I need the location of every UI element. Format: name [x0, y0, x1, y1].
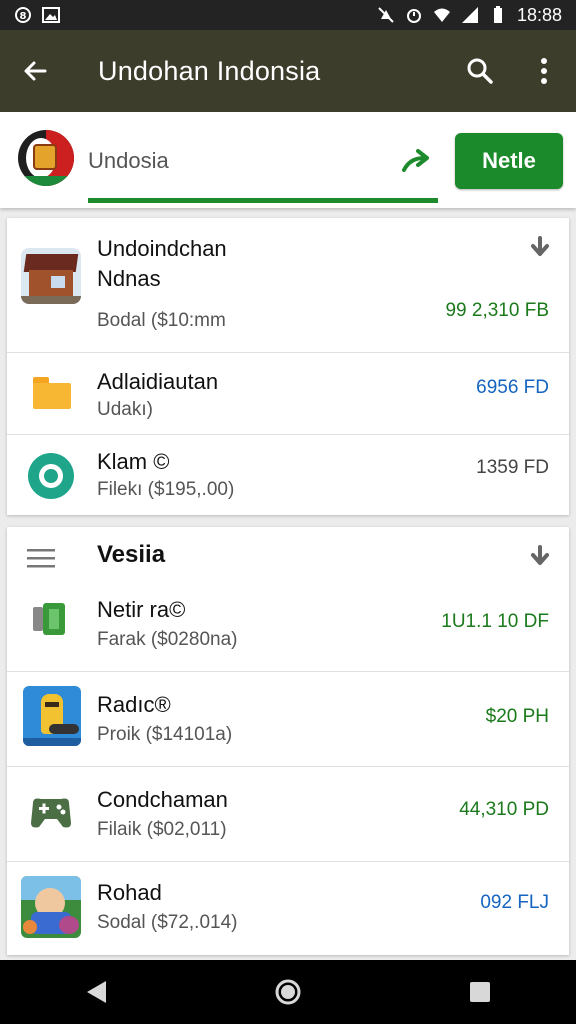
list-item[interactable]: Klam © Filekı ($195,.00) 1359 FD — [7, 434, 569, 515]
item-price: 6956 FD — [476, 377, 549, 398]
results-card-2: Vesiia Netir ra© Farak ($0280na) 1U1.1 1… — [7, 527, 569, 955]
item-title: Adlaidiautan — [97, 369, 219, 394]
app-bar: Undohan Indonsia — [0, 30, 576, 112]
mute-icon — [378, 7, 394, 23]
item-price: $20 PH — [485, 706, 549, 727]
image-icon — [42, 7, 60, 23]
status-bar: 8 18:88 — [0, 0, 576, 30]
nav-home-button[interactable] — [258, 962, 318, 1022]
indonesia-emblem-icon — [18, 130, 74, 186]
item-price: 44,310 PD — [459, 799, 549, 820]
nav-recents-icon — [470, 982, 490, 1002]
list-item[interactable]: Radıc® Proik ($14101a) $20 PH — [7, 671, 569, 766]
signal-icon — [461, 7, 478, 23]
item-title: Netir ra© — [97, 597, 186, 622]
folder-icon — [33, 377, 71, 409]
search-input[interactable]: Undosia — [88, 148, 169, 174]
item-title: Undoindchan — [97, 236, 227, 261]
next-button[interactable]: Netle — [455, 133, 563, 189]
item-title-2: Ndnas — [97, 266, 161, 291]
battery-icon — [493, 6, 502, 23]
alarm-icon — [406, 9, 421, 23]
item-price: 1U1.1 10 DF — [441, 611, 549, 632]
gamepad-icon — [31, 798, 71, 828]
device-icon — [31, 601, 71, 637]
results-card-1: Undoindchan Ndnas Bodal ($10:mm 99 2,310… — [7, 218, 569, 515]
status-time: 18:88 — [516, 4, 562, 25]
item-price: 1359 FD — [476, 457, 549, 478]
download-arrow-icon[interactable] — [529, 545, 551, 567]
game-art-icon — [21, 876, 81, 938]
item-title: Klam © — [97, 449, 170, 474]
search-icon — [467, 58, 493, 84]
list-item[interactable]: Undoindchan Ndnas Bodal ($10:mm 99 2,310… — [7, 218, 569, 352]
item-price: 092 FLJ — [480, 892, 549, 913]
list-item[interactable]: Condchaman Filaik ($02,011) 44,310 PD — [7, 766, 569, 861]
item-subtitle: Sodal ($72,.014) — [97, 912, 238, 933]
download-arrow-icon[interactable] — [529, 236, 551, 258]
item-subtitle: Filekı ($195,.00) — [97, 479, 235, 500]
page-title: Undohan Indonsia — [98, 55, 321, 86]
list-item[interactable]: Adlaidiautan Udakı) 6956 FD — [7, 352, 569, 434]
nav-home-icon — [275, 979, 301, 1005]
list-item[interactable]: Netir ra© Farak ($0280na) 1U1.1 10 DF — [7, 579, 569, 671]
item-title: Rohad — [97, 880, 162, 905]
cartoon-icon — [23, 686, 81, 746]
back-arrow-icon — [24, 61, 47, 81]
item-subtitle: Proik ($14101a) — [97, 724, 233, 745]
item-subtitle: Filaik ($02,011) — [97, 819, 227, 840]
menu-icon[interactable] — [27, 549, 55, 569]
more-vert-icon — [541, 58, 547, 84]
nav-recents-button[interactable] — [450, 962, 510, 1022]
nav-back-icon — [87, 981, 106, 1003]
item-title: Condchaman — [97, 787, 228, 812]
house-icon — [21, 248, 81, 304]
item-title: Radıc® — [97, 692, 171, 717]
overflow-menu-button[interactable] — [512, 30, 576, 112]
item-price: 99 2,310 FB — [445, 300, 549, 321]
notification-icon: 8 — [15, 7, 31, 23]
section-title: Vesiia — [97, 541, 166, 568]
list-item[interactable]: Rohad Sodal ($72,.014) 092 FLJ — [7, 861, 569, 955]
back-button[interactable] — [0, 30, 70, 112]
nav-back-button[interactable] — [66, 962, 126, 1022]
wifi-icon — [433, 8, 450, 22]
go-arrow-icon[interactable] — [400, 146, 434, 176]
ring-icon — [28, 453, 74, 499]
search-button[interactable] — [448, 30, 512, 112]
item-subtitle: Farak ($0280na) — [97, 629, 238, 650]
item-subtitle: Bodal ($10:mm — [97, 310, 226, 331]
system-nav-bar — [0, 960, 576, 1024]
svg-text:8: 8 — [20, 11, 27, 22]
item-subtitle: Udakı) — [97, 399, 153, 420]
search-underline — [88, 198, 438, 203]
